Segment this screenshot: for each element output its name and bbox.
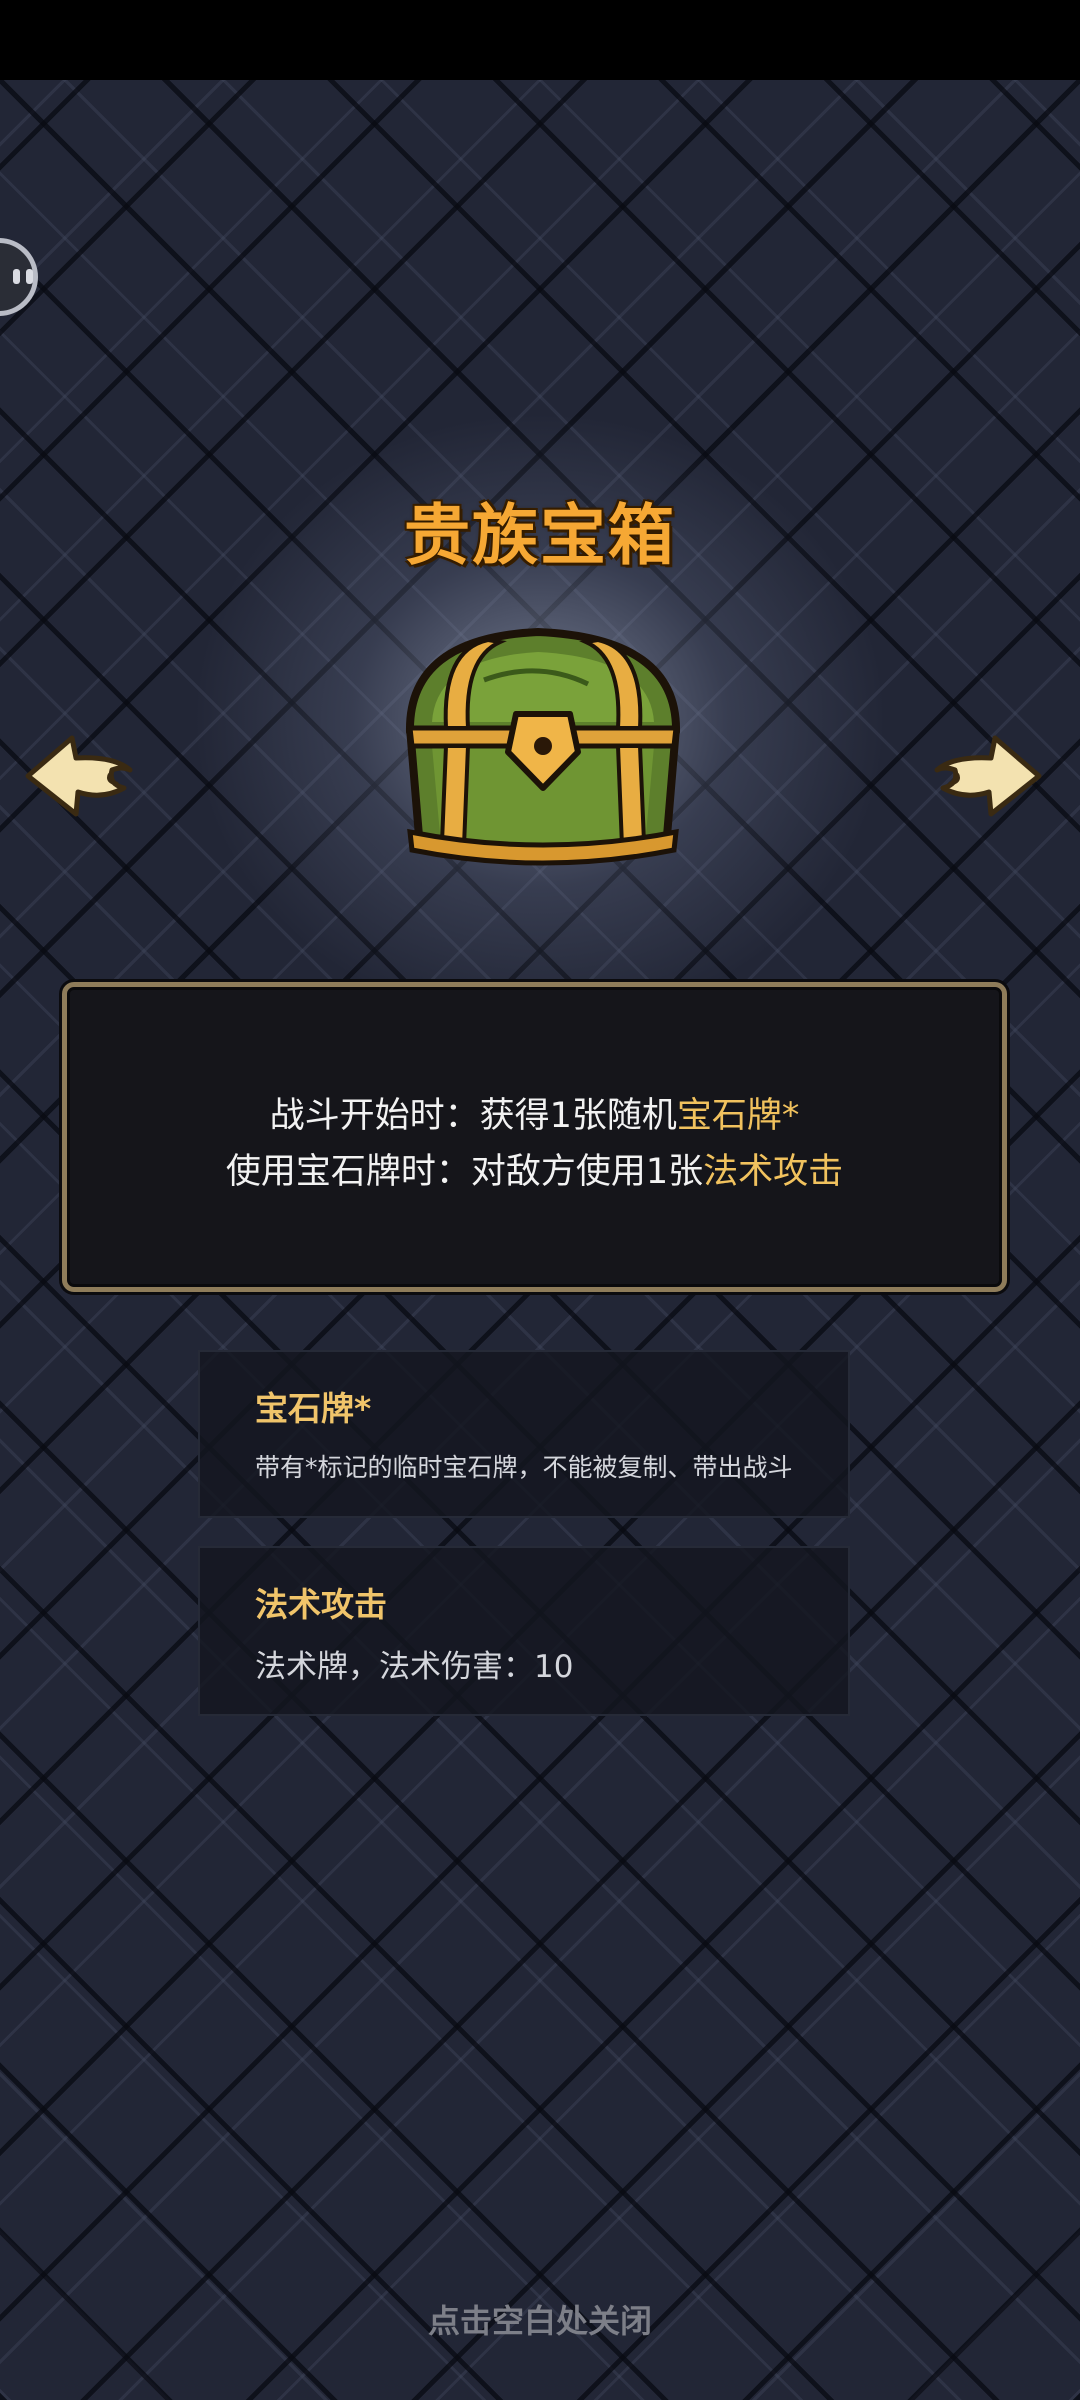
keyword-card-gem: 宝石牌* 带有*标记的临时宝石牌，不能被复制、带出战斗	[198, 1350, 850, 1518]
arrow-left-icon[interactable]	[22, 730, 137, 820]
keyword-card-text: 法术牌，法术伤害：10	[255, 1649, 574, 1685]
treasure-chest-icon	[405, 628, 681, 866]
effect-line-2: 使用宝石牌时：对敌方使用1张法术攻击	[67, 1143, 1002, 1194]
spell-attack-keyword[interactable]: 法术攻击	[703, 1152, 843, 1192]
screen[interactable]: 贵族宝箱 战斗开始时：获得1张随机宝石牌* 使用宝石牌时：对敌方使用1张法术攻击	[0, 0, 1080, 2400]
tap-to-close-hint[interactable]: 点击空白处关闭	[0, 2296, 1080, 2342]
arrow-right-icon[interactable]	[930, 730, 1045, 820]
keyword-card-title: 法术攻击	[255, 1585, 387, 1624]
keyword-card-spell-attack: 法术攻击 法术牌，法术伤害：10	[198, 1546, 850, 1716]
chest-title: 贵族宝箱	[404, 497, 676, 574]
effect-line-1: 战斗开始时：获得1张随机宝石牌*	[67, 1087, 1002, 1138]
gem-card-keyword[interactable]: 宝石牌*	[677, 1096, 800, 1136]
bubble-eye-right	[26, 269, 33, 284]
keyword-card-title: 宝石牌*	[255, 1389, 372, 1428]
effect-description-panel: 战斗开始时：获得1张随机宝石牌* 使用宝石牌时：对敌方使用1张法术攻击	[62, 982, 1007, 1292]
effect-line-1-text: 战斗开始时：获得1张随机	[269, 1096, 677, 1136]
bubble-eye-left	[13, 269, 20, 284]
effect-line-2-text: 使用宝石牌时：对敌方使用1张	[225, 1152, 704, 1192]
keyword-card-text: 带有*标记的临时宝石牌，不能被复制、带出战斗	[255, 1453, 793, 1482]
status-bar	[0, 0, 1080, 80]
